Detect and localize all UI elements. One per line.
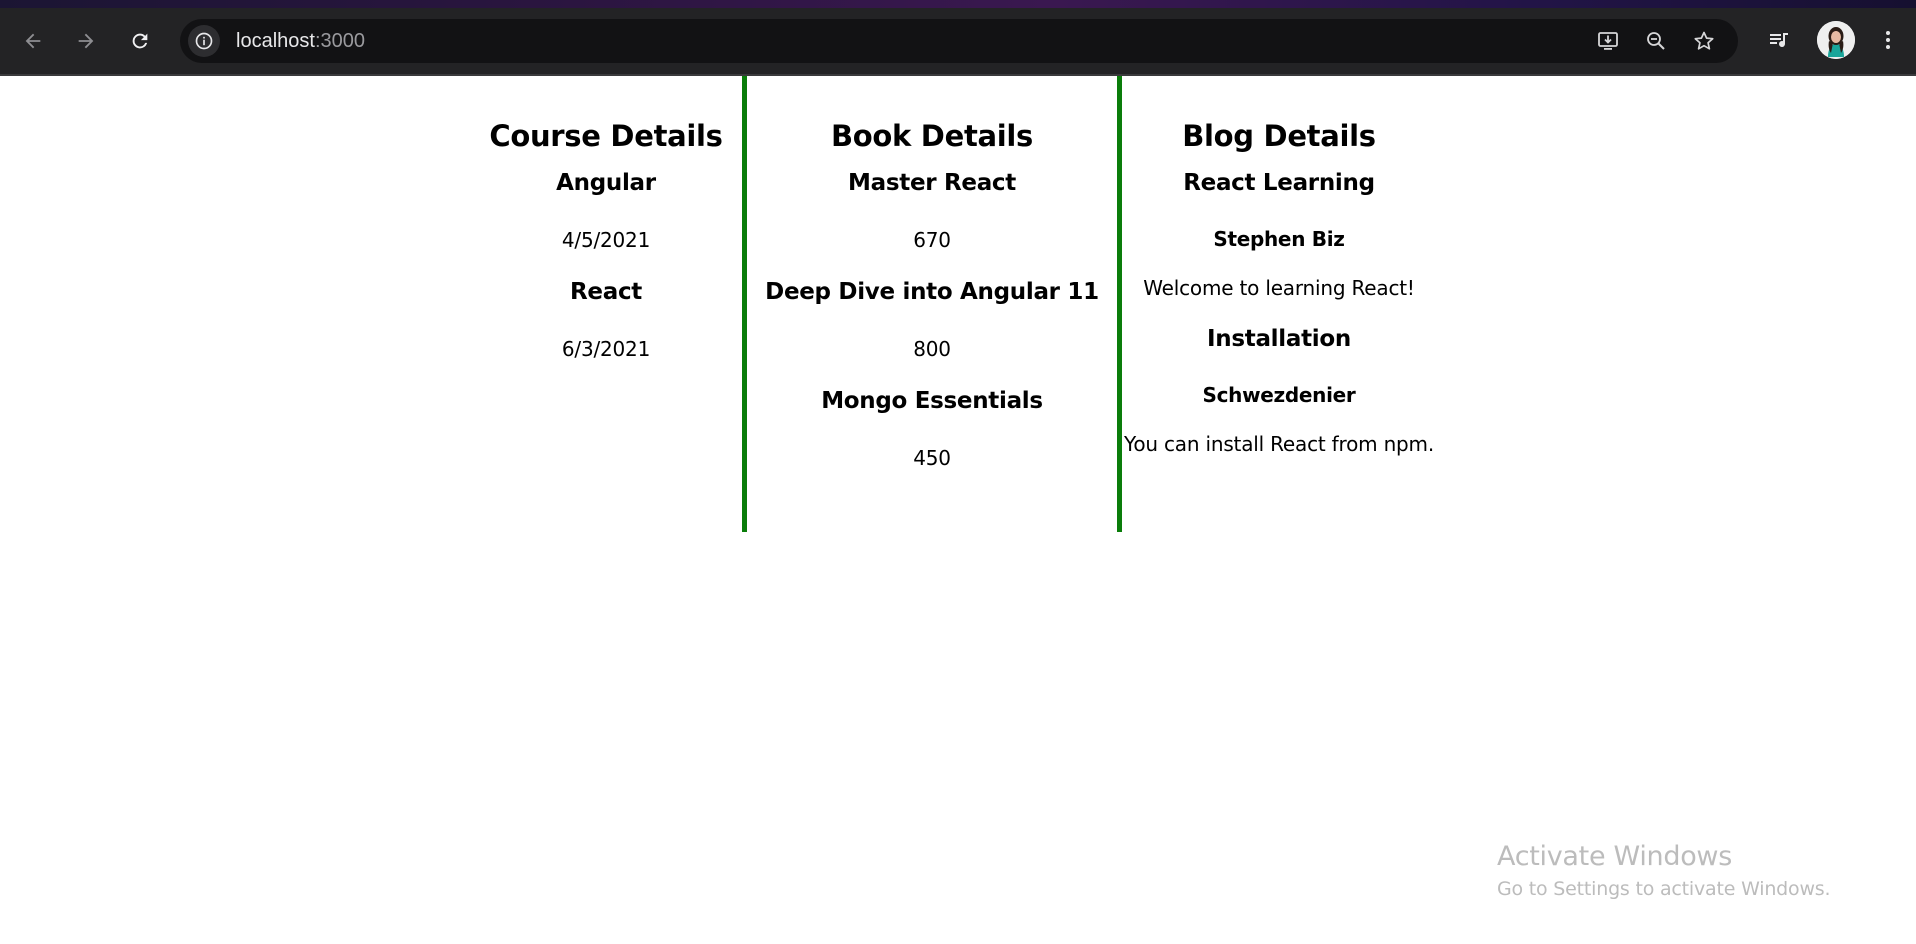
profile-avatar[interactable] bbox=[1817, 21, 1855, 59]
more-vertical-icon bbox=[1886, 31, 1890, 49]
blog-item: React Learning Stephen Biz Welcome to le… bbox=[1117, 169, 1441, 300]
course-item: React 6/3/2021 bbox=[470, 278, 742, 361]
book-name: Mongo Essentials bbox=[821, 388, 1043, 414]
info-icon bbox=[195, 32, 213, 50]
book-list: Master React 670 Deep Dive into Angular … bbox=[747, 169, 1117, 470]
course-name: React bbox=[570, 279, 642, 305]
course-details-heading: Course Details bbox=[489, 119, 723, 153]
blog-item: Installation Schwezdenier You can instal… bbox=[1117, 325, 1441, 456]
course-list: Angular 4/5/2021 React 6/3/2021 bbox=[470, 169, 742, 361]
media-controls-icon bbox=[1770, 33, 1788, 47]
browser-toolbar: localhost:3000 bbox=[0, 0, 1916, 76]
book-name: Master React bbox=[848, 170, 1016, 196]
blog-author: Schwezdenier bbox=[1202, 383, 1356, 407]
blog-title: React Learning bbox=[1183, 170, 1375, 196]
book-price: 670 bbox=[913, 228, 951, 252]
blog-details-section: Blog Details React Learning Stephen Biz … bbox=[1117, 76, 1441, 456]
url-text[interactable]: localhost:3000 bbox=[236, 30, 365, 53]
forward-arrow-icon bbox=[78, 33, 94, 49]
blog-content: You can install React from npm. bbox=[1123, 432, 1434, 456]
course-date: 6/3/2021 bbox=[561, 337, 651, 361]
url-port: :3000 bbox=[314, 30, 365, 52]
blog-details-heading: Blog Details bbox=[1182, 119, 1376, 153]
install-app-icon bbox=[1598, 32, 1618, 50]
blog-list: React Learning Stephen Biz Welcome to le… bbox=[1117, 169, 1441, 456]
book-item: Deep Dive into Angular 11 800 bbox=[747, 278, 1117, 361]
forward-button[interactable] bbox=[67, 22, 105, 60]
book-name: Deep Dive into Angular 11 bbox=[765, 279, 1099, 305]
address-bar[interactable]: localhost:3000 bbox=[180, 19, 1738, 63]
back-button[interactable] bbox=[14, 22, 52, 60]
bookmark-button[interactable] bbox=[1690, 27, 1718, 55]
zoom-out-icon bbox=[1647, 32, 1665, 50]
blog-content: Welcome to learning React! bbox=[1143, 276, 1415, 300]
zoom-button[interactable] bbox=[1642, 27, 1670, 55]
book-details-section: Book Details Master React 670 Deep Dive … bbox=[742, 76, 1122, 532]
media-controls-button[interactable] bbox=[1763, 24, 1795, 56]
blog-author: Stephen Biz bbox=[1213, 227, 1345, 251]
reload-icon bbox=[132, 33, 148, 49]
reload-button[interactable] bbox=[121, 22, 159, 60]
book-details-heading: Book Details bbox=[830, 119, 1034, 153]
course-name: Angular bbox=[556, 170, 656, 196]
watermark-title: Activate Windows bbox=[1497, 841, 1732, 872]
url-host: localhost bbox=[236, 30, 315, 52]
book-price: 450 bbox=[913, 446, 951, 470]
menu-button[interactable] bbox=[1872, 24, 1904, 56]
course-details-section: Course Details Angular 4/5/2021 React 6/… bbox=[470, 76, 742, 361]
book-price: 800 bbox=[913, 337, 951, 361]
install-app-button[interactable] bbox=[1594, 27, 1622, 55]
back-arrow-icon bbox=[25, 33, 41, 49]
book-item: Mongo Essentials 450 bbox=[747, 387, 1117, 470]
course-item: Angular 4/5/2021 bbox=[470, 169, 742, 252]
watermark-subtitle: Go to Settings to activate Windows. bbox=[1497, 878, 1831, 900]
book-item: Master React 670 bbox=[747, 169, 1117, 252]
star-icon bbox=[1694, 31, 1714, 50]
avatar-icon bbox=[1817, 21, 1855, 59]
blog-title: Installation bbox=[1207, 326, 1351, 352]
activate-windows-watermark: Activate Windows Go to Settings to activ… bbox=[1497, 840, 1831, 902]
site-info-button[interactable] bbox=[188, 25, 220, 57]
course-date: 4/5/2021 bbox=[561, 228, 651, 252]
